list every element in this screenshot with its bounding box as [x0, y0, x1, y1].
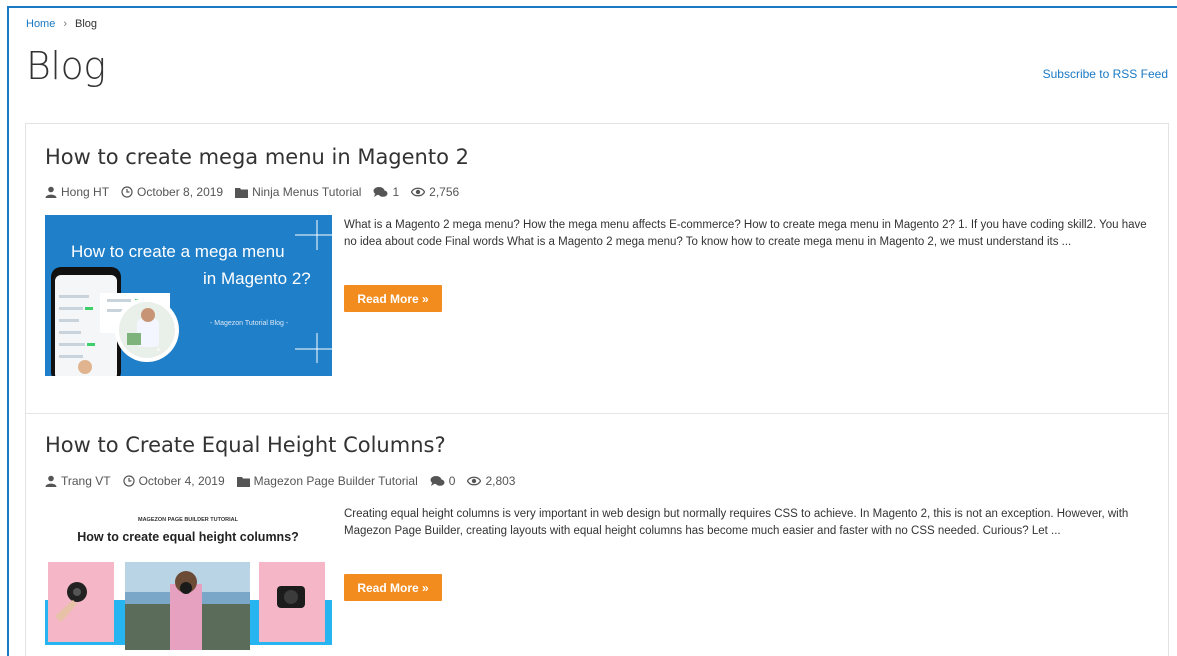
post-item: How to create mega menu in Magento 2 Hon… [26, 124, 1168, 413]
post-title-link[interactable]: How to create mega menu in Magento 2 [45, 145, 469, 169]
category-link[interactable]: Magezon Page Builder Tutorial [254, 474, 418, 488]
breadcrumb-separator: › [63, 18, 68, 30]
read-more-button[interactable]: Read More » [344, 574, 442, 601]
user-icon [45, 186, 57, 198]
author-link[interactable]: Hong HT [61, 185, 109, 199]
post-views: 2,756 [411, 185, 459, 199]
post-date: October 8, 2019 [121, 185, 223, 199]
breadcrumb-home-link[interactable]: Home [26, 18, 55, 30]
post-meta: Trang VT October 4, 2019 Magezon Page Bu… [45, 474, 527, 488]
post-thumbnail[interactable]: + + How to create a mega menu in Magento… [45, 215, 332, 376]
subscribe-rss-link[interactable]: Subscribe to RSS Feed [1043, 67, 1168, 81]
post-views: 2,803 [467, 474, 515, 488]
comment-count: 1 [392, 185, 400, 199]
post-comments: 1 [373, 185, 399, 199]
breadcrumb: Home › Blog [26, 18, 97, 30]
thumb-line1: How to create a mega menu [71, 242, 285, 261]
thumb-tag: - Magezon Tutorial Blog - [210, 320, 289, 327]
user-icon [45, 475, 57, 487]
clock-icon [122, 475, 135, 487]
date-text: October 4, 2019 [138, 474, 225, 488]
post-meta: Hong HT October 8, 2019 Ninja Menus Tuto… [45, 185, 471, 199]
svg-text:+: + [173, 323, 178, 332]
post-item: How to Create Equal Height Columns? Tran… [26, 413, 1168, 656]
post-category: Ninja Menus Tutorial [235, 185, 361, 199]
folder-icon [236, 476, 250, 487]
eye-icon [467, 476, 482, 486]
thumb-kicker: MAGEZON PAGE BUILDER TUTORIAL [138, 517, 239, 523]
post-list: How to create mega menu in Magento 2 Hon… [25, 123, 1169, 656]
post-comments: 0 [430, 474, 456, 488]
thumb-heading: How to create equal height columns? [77, 530, 299, 544]
post-excerpt: What is a Magento 2 mega menu? How the m… [344, 219, 1147, 248]
mega-menu-thumbnail-image: + + How to create a mega menu in Magento… [45, 215, 332, 376]
clock-icon [121, 186, 133, 198]
read-more-button[interactable]: Read More » [344, 285, 442, 312]
author-link[interactable]: Trang VT [61, 474, 111, 488]
page-title: Blog [26, 44, 106, 88]
view-count: 2,756 [429, 185, 460, 199]
date-text: October 8, 2019 [137, 185, 224, 199]
svg-text:+: + [156, 345, 161, 354]
post-title-link[interactable]: How to Create Equal Height Columns? [45, 433, 446, 457]
post-category: Magezon Page Builder Tutorial [236, 474, 418, 488]
thumb-line2: in Magento 2? [203, 269, 311, 288]
comments-icon [373, 187, 388, 197]
post-excerpt: Creating equal height columns is very im… [344, 508, 1129, 537]
category-link[interactable]: Ninja Menus Tutorial [252, 185, 361, 199]
comment-count: 0 [448, 474, 456, 488]
author: Trang VT [45, 474, 111, 488]
eye-icon [411, 187, 426, 197]
author: Hong HT [45, 185, 109, 199]
folder-icon [235, 187, 249, 198]
breadcrumb-current: Blog [75, 18, 98, 30]
post-date: October 4, 2019 [122, 474, 225, 488]
comments-icon [430, 476, 445, 486]
post-thumbnail[interactable]: MAGEZON PAGE BUILDER TUTORIAL How to cre… [45, 504, 332, 654]
equal-columns-thumbnail-image: MAGEZON PAGE BUILDER TUTORIAL How to cre… [45, 504, 332, 654]
view-count: 2,803 [485, 474, 516, 488]
